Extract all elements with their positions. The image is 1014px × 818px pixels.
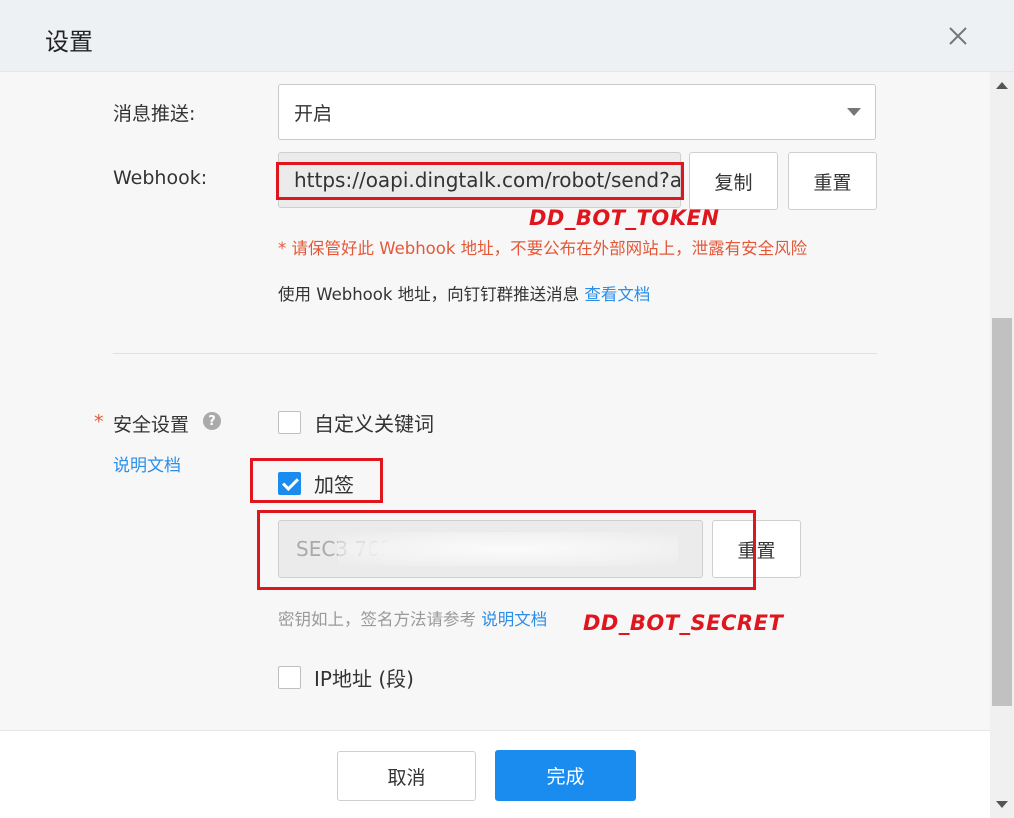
dialog-footer: 取消 完成 bbox=[0, 730, 990, 818]
dialog-header: 设置 bbox=[0, 0, 1014, 72]
secret-hint: 密钥如上，签名方法请参考 说明文档 bbox=[278, 606, 547, 630]
secret-redaction bbox=[338, 532, 678, 566]
ip-option[interactable]: IP地址 (段) bbox=[278, 663, 414, 692]
webhook-hint: 使用 Webhook 地址，向钉钉群推送消息 查看文档 bbox=[278, 281, 650, 305]
keyword-checkbox[interactable] bbox=[278, 411, 301, 434]
cancel-button[interactable]: 取消 bbox=[337, 751, 476, 801]
secret-hint-text: 密钥如上，签名方法请参考 bbox=[278, 610, 476, 629]
keyword-label: 自定义关键词 bbox=[314, 412, 434, 436]
copy-button[interactable]: 复制 bbox=[689, 152, 778, 210]
chevron-down-icon bbox=[847, 108, 861, 116]
dialog-title: 设置 bbox=[45, 28, 93, 56]
secret-annotation: DD_BOT_SECRET bbox=[583, 611, 784, 635]
webhook-input[interactable]: https://oapi.dingtalk.com/robot/send?acc… bbox=[278, 152, 681, 208]
scroll-up-icon[interactable] bbox=[996, 82, 1008, 89]
webhook-label: Webhook: bbox=[113, 167, 208, 189]
security-label: 安全设置 bbox=[113, 414, 190, 436]
token-annotation: DD_BOT_TOKEN bbox=[529, 206, 720, 230]
required-mark: * bbox=[94, 411, 104, 433]
scrollbar[interactable] bbox=[990, 72, 1014, 818]
security-doc-link[interactable]: 说明文档 bbox=[113, 451, 181, 476]
webhook-hint-text: 使用 Webhook 地址，向钉钉群推送消息 bbox=[278, 285, 580, 304]
help-icon[interactable]: ? bbox=[203, 412, 221, 430]
ip-checkbox[interactable] bbox=[278, 666, 301, 689]
secret-reset-button[interactable]: 重置 bbox=[712, 520, 801, 578]
view-docs-link[interactable]: 查看文档 bbox=[584, 285, 650, 304]
ip-label: IP地址 (段) bbox=[314, 667, 414, 691]
push-label: 消息推送: bbox=[113, 103, 196, 125]
secret-doc-link[interactable]: 说明文档 bbox=[481, 610, 547, 629]
scroll-down-icon[interactable] bbox=[996, 801, 1008, 808]
push-select-value: 开启 bbox=[294, 103, 333, 125]
section-divider bbox=[113, 353, 877, 354]
push-select[interactable]: 开启 bbox=[278, 84, 876, 140]
keyword-option[interactable]: 自定义关键词 bbox=[278, 408, 434, 437]
sign-label: 加签 bbox=[314, 473, 354, 497]
webhook-warning: * 请保管好此 Webhook 地址，不要公布在外部网站上，泄露有安全风险 bbox=[278, 239, 808, 258]
sign-option[interactable]: 加签 bbox=[278, 469, 354, 498]
webhook-reset-button[interactable]: 重置 bbox=[788, 152, 877, 210]
close-icon[interactable] bbox=[944, 22, 972, 50]
done-button[interactable]: 完成 bbox=[495, 750, 636, 801]
scrollbar-thumb[interactable] bbox=[992, 318, 1012, 706]
sign-checkbox[interactable] bbox=[278, 472, 301, 495]
webhook-value: https://oapi.dingtalk.com/robot/send?acc… bbox=[294, 168, 681, 192]
